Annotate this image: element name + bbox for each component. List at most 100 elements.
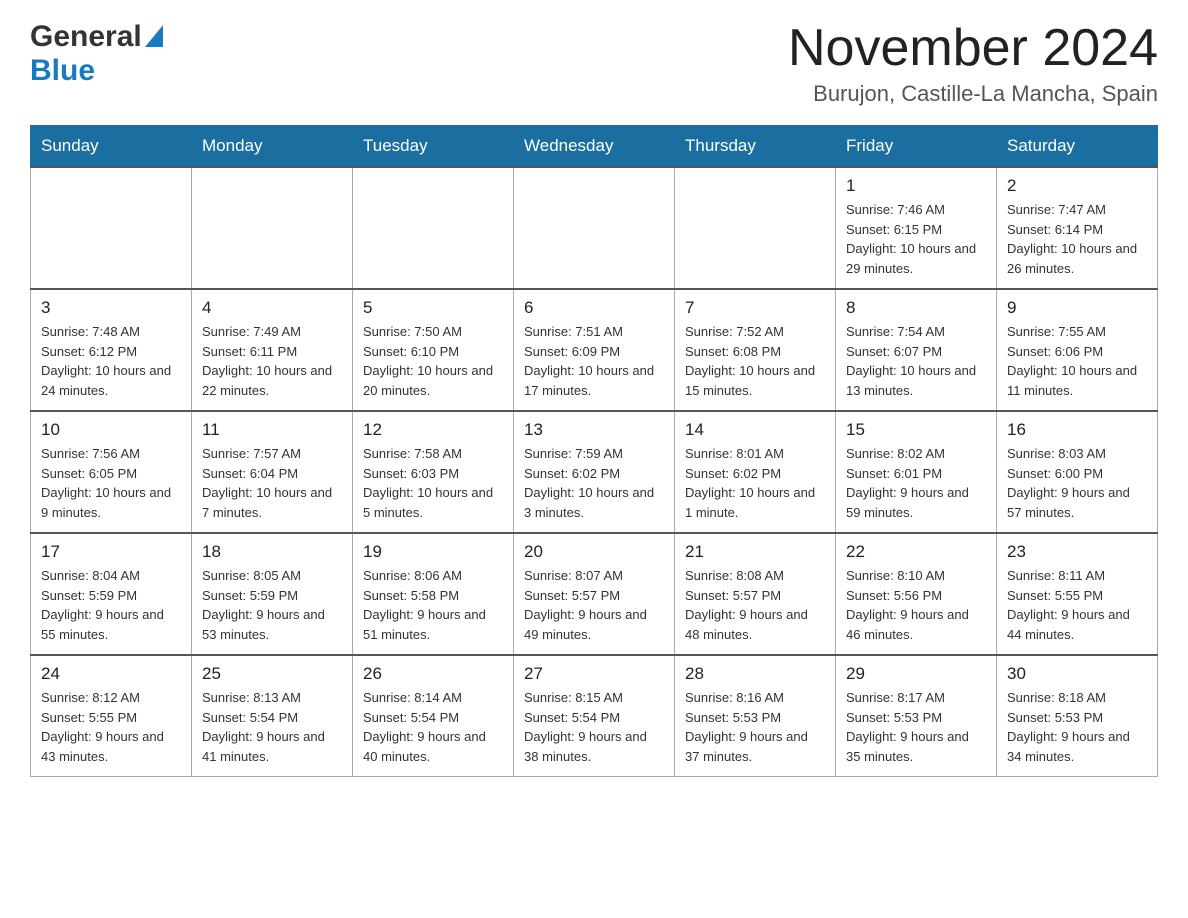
day-number: 23 xyxy=(1007,542,1147,562)
calendar-cell: 23 Sunrise: 8:11 AMSunset: 5:55 PMDayligh… xyxy=(997,533,1158,655)
weekday-header-monday: Monday xyxy=(192,126,353,168)
day-number: 8 xyxy=(846,298,986,318)
logo-arrow-icon xyxy=(145,25,163,49)
day-number: 18 xyxy=(202,542,342,562)
day-info: Sunrise: 7:48 AMSunset: 6:12 PMDaylight:… xyxy=(41,322,181,400)
day-number: 26 xyxy=(363,664,503,684)
calendar-table: SundayMondayTuesdayWednesdayThursdayFrid… xyxy=(30,125,1158,777)
day-info: Sunrise: 8:13 AMSunset: 5:54 PMDaylight:… xyxy=(202,688,342,766)
day-number: 6 xyxy=(524,298,664,318)
calendar-cell: 20Sunrise: 8:07 AMSunset: 5:57 PMDayligh… xyxy=(514,533,675,655)
day-number: 4 xyxy=(202,298,342,318)
day-info: Sunrise: 8:16 AMSunset: 5:53 PMDaylight:… xyxy=(685,688,825,766)
day-number: 22 xyxy=(846,542,986,562)
calendar-cell xyxy=(353,167,514,289)
day-number: 16 xyxy=(1007,420,1147,440)
calendar-cell xyxy=(675,167,836,289)
day-number: 9 xyxy=(1007,298,1147,318)
day-info: Sunrise: 7:57 AMSunset: 6:04 PMDaylight:… xyxy=(202,444,342,522)
day-number: 21 xyxy=(685,542,825,562)
day-number: 19 xyxy=(363,542,503,562)
day-number: 11 xyxy=(202,420,342,440)
day-info: Sunrise: 8:04 AMSunset: 5:59 PMDaylight:… xyxy=(41,566,181,644)
day-info: Sunrise: 8:10 AMSunset: 5:56 PMDaylight:… xyxy=(846,566,986,644)
day-info: Sunrise: 8:15 AMSunset: 5:54 PMDaylight:… xyxy=(524,688,664,766)
day-info: Sunrise: 7:52 AMSunset: 6:08 PMDaylight:… xyxy=(685,322,825,400)
weekday-header-saturday: Saturday xyxy=(997,126,1158,168)
day-info: Sunrise: 8:11 AMSunset: 5:55 PMDaylight:… xyxy=(1007,566,1147,644)
weekday-header-tuesday: Tuesday xyxy=(353,126,514,168)
day-info: Sunrise: 7:49 AMSunset: 6:11 PMDaylight:… xyxy=(202,322,342,400)
day-number: 30 xyxy=(1007,664,1147,684)
logo-blue-text: Blue xyxy=(30,54,95,87)
calendar-cell xyxy=(514,167,675,289)
calendar-cell xyxy=(192,167,353,289)
day-info: Sunrise: 8:12 AMSunset: 5:55 PMDaylight:… xyxy=(41,688,181,766)
calendar-cell: 16Sunrise: 8:03 AMSunset: 6:00 PMDayligh… xyxy=(997,411,1158,533)
title-block: November 2024 Burujon, Castille-La Manch… xyxy=(788,20,1158,107)
calendar-cell: 2 Sunrise: 7:47 AMSunset: 6:14 PMDaylight… xyxy=(997,167,1158,289)
week-row-1: 1Sunrise: 7:46 AMSunset: 6:15 PMDaylight… xyxy=(31,167,1158,289)
month-title: November 2024 xyxy=(788,20,1158,77)
weekday-header-wednesday: Wednesday xyxy=(514,126,675,168)
logo-general-text: General xyxy=(30,20,142,54)
calendar-cell: 25 Sunrise: 8:13 AMSunset: 5:54 PMDayligh… xyxy=(192,655,353,777)
day-number: 13 xyxy=(524,420,664,440)
week-row-4: 17 Sunrise: 8:04 AMSunset: 5:59 PMDayligh… xyxy=(31,533,1158,655)
calendar-cell: 26Sunrise: 8:14 AMSunset: 5:54 PMDayligh… xyxy=(353,655,514,777)
calendar-cell: 6 Sunrise: 7:51 AMSunset: 6:09 PMDaylight… xyxy=(514,289,675,411)
day-number: 14 xyxy=(685,420,825,440)
day-number: 17 xyxy=(41,542,181,562)
calendar-cell: 22 Sunrise: 8:10 AMSunset: 5:56 PMDayligh… xyxy=(836,533,997,655)
day-number: 25 xyxy=(202,664,342,684)
day-number: 1 xyxy=(846,176,986,196)
day-info: Sunrise: 8:17 AMSunset: 5:53 PMDaylight:… xyxy=(846,688,986,766)
calendar-cell: 1Sunrise: 7:46 AMSunset: 6:15 PMDaylight… xyxy=(836,167,997,289)
calendar-cell: 11 Sunrise: 7:57 AMSunset: 6:04 PMDayligh… xyxy=(192,411,353,533)
page-header: General Blue November 2024 Burujon, Cast… xyxy=(30,20,1158,107)
day-info: Sunrise: 7:59 AMSunset: 6:02 PMDaylight:… xyxy=(524,444,664,522)
calendar-cell: 29 Sunrise: 8:17 AMSunset: 5:53 PMDayligh… xyxy=(836,655,997,777)
logo: General Blue xyxy=(30,20,163,88)
day-number: 24 xyxy=(41,664,181,684)
calendar-cell: 7 Sunrise: 7:52 AMSunset: 6:08 PMDaylight… xyxy=(675,289,836,411)
calendar-cell xyxy=(31,167,192,289)
week-row-2: 3 Sunrise: 7:48 AMSunset: 6:12 PMDaylight… xyxy=(31,289,1158,411)
day-info: Sunrise: 7:51 AMSunset: 6:09 PMDaylight:… xyxy=(524,322,664,400)
day-info: Sunrise: 7:56 AMSunset: 6:05 PMDaylight:… xyxy=(41,444,181,522)
day-info: Sunrise: 8:01 AMSunset: 6:02 PMDaylight:… xyxy=(685,444,825,522)
day-number: 5 xyxy=(363,298,503,318)
calendar-cell: 3 Sunrise: 7:48 AMSunset: 6:12 PMDaylight… xyxy=(31,289,192,411)
day-info: Sunrise: 7:47 AMSunset: 6:14 PMDaylight:… xyxy=(1007,200,1147,278)
week-row-5: 24 Sunrise: 8:12 AMSunset: 5:55 PMDayligh… xyxy=(31,655,1158,777)
calendar-cell: 8 Sunrise: 7:54 AMSunset: 6:07 PMDaylight… xyxy=(836,289,997,411)
day-number: 2 xyxy=(1007,176,1147,196)
weekday-header-thursday: Thursday xyxy=(675,126,836,168)
calendar-cell: 17 Sunrise: 8:04 AMSunset: 5:59 PMDayligh… xyxy=(31,533,192,655)
day-number: 10 xyxy=(41,420,181,440)
day-info: Sunrise: 7:54 AMSunset: 6:07 PMDaylight:… xyxy=(846,322,986,400)
calendar-cell: 4 Sunrise: 7:49 AMSunset: 6:11 PMDaylight… xyxy=(192,289,353,411)
calendar-cell: 28Sunrise: 8:16 AMSunset: 5:53 PMDayligh… xyxy=(675,655,836,777)
calendar-cell: 12Sunrise: 7:58 AMSunset: 6:03 PMDayligh… xyxy=(353,411,514,533)
weekday-header-sunday: Sunday xyxy=(31,126,192,168)
day-number: 7 xyxy=(685,298,825,318)
day-info: Sunrise: 7:58 AMSunset: 6:03 PMDaylight:… xyxy=(363,444,503,522)
day-number: 27 xyxy=(524,664,664,684)
day-info: Sunrise: 8:05 AMSunset: 5:59 PMDaylight:… xyxy=(202,566,342,644)
week-row-3: 10 Sunrise: 7:56 AMSunset: 6:05 PMDayligh… xyxy=(31,411,1158,533)
calendar-cell: 27 Sunrise: 8:15 AMSunset: 5:54 PMDayligh… xyxy=(514,655,675,777)
location: Burujon, Castille-La Mancha, Spain xyxy=(788,81,1158,107)
day-number: 3 xyxy=(41,298,181,318)
day-number: 29 xyxy=(846,664,986,684)
day-info: Sunrise: 8:08 AMSunset: 5:57 PMDaylight:… xyxy=(685,566,825,644)
calendar-cell: 19Sunrise: 8:06 AMSunset: 5:58 PMDayligh… xyxy=(353,533,514,655)
day-number: 20 xyxy=(524,542,664,562)
day-info: Sunrise: 8:02 AMSunset: 6:01 PMDaylight:… xyxy=(846,444,986,522)
day-number: 15 xyxy=(846,420,986,440)
calendar-cell: 14 Sunrise: 8:01 AMSunset: 6:02 PMDayligh… xyxy=(675,411,836,533)
calendar-cell: 30 Sunrise: 8:18 AMSunset: 5:53 PMDayligh… xyxy=(997,655,1158,777)
calendar-cell: 5Sunrise: 7:50 AMSunset: 6:10 PMDaylight… xyxy=(353,289,514,411)
day-info: Sunrise: 8:18 AMSunset: 5:53 PMDaylight:… xyxy=(1007,688,1147,766)
calendar-cell: 18 Sunrise: 8:05 AMSunset: 5:59 PMDayligh… xyxy=(192,533,353,655)
